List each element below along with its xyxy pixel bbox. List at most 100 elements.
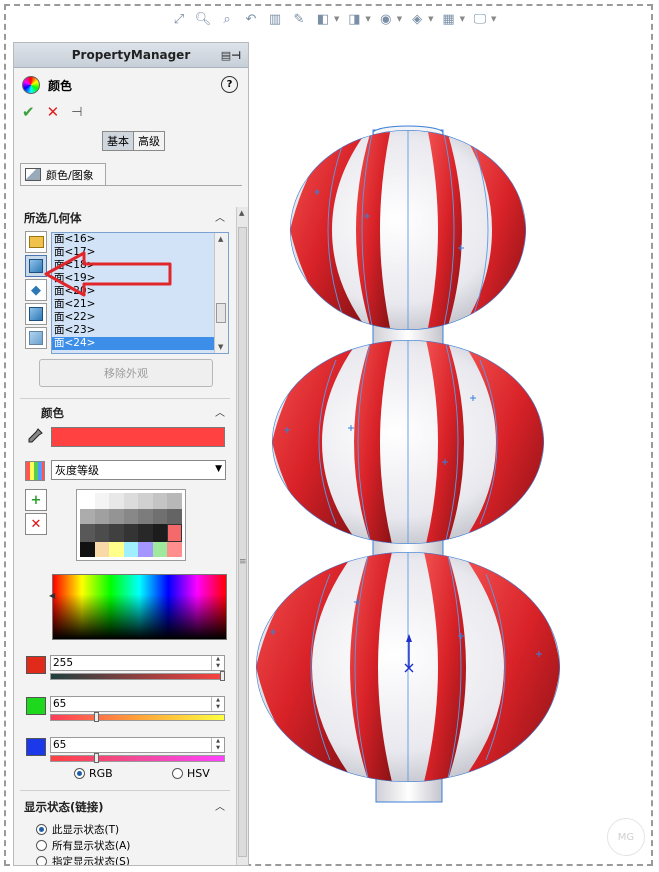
blue-value-field[interactable]: 65 ▲ ▼ [50,737,225,753]
panel-scroll-thumb[interactable] [238,227,247,857]
filter-feature-button[interactable] [25,327,47,349]
face-cube-icon [29,259,43,273]
red-slider[interactable] [50,671,225,681]
hsv-label: HSV [187,767,210,780]
tab-advanced[interactable]: 高级 [134,132,164,150]
color-wheel-icon [22,76,40,94]
surface-icon: ◆ [31,282,41,298]
blue-slider[interactable] [50,753,225,763]
panel-pin-icon[interactable]: ▤⊣ [220,47,242,63]
collapse-color-icon[interactable]: ︿ [215,404,225,419]
list-scroll-thumb[interactable] [216,303,226,323]
section-divider [20,790,230,791]
radio-dot[interactable] [36,824,47,835]
chevron-down-icon[interactable]: ▼ [428,15,433,23]
section-view-icon[interactable]: ▥ [266,10,284,28]
scroll-up-icon[interactable]: ▲ [239,209,244,217]
red-value: 255 [53,657,74,669]
display-state-option-this[interactable]: 此显示状态(T) [36,822,119,837]
lantern-model[interactable] [252,42,650,864]
blue-slider-thumb[interactable] [94,753,99,763]
view-settings-icon[interactable]: 🖵︎ [471,10,489,28]
blue-channel-swatch [26,738,46,756]
chevron-down-icon[interactable]: ▼ [397,15,402,23]
spectrum-marker-icon: ◀ [49,591,56,600]
hide-show-icon[interactable]: ◉ [377,10,395,28]
tab-color-image[interactable]: 颜色/图象 [20,163,106,185]
zoom-area-icon[interactable]: 🔍︎ [194,10,212,28]
green-slider-thumb[interactable] [94,712,99,722]
chevron-down-icon[interactable]: ▼ [460,15,465,23]
collapse-selected-geometry-icon[interactable]: ︿ [215,209,225,224]
panel-header: PropertyManager ▤⊣ [14,43,248,68]
display-state-title: 显示状态(链接) [24,800,104,814]
section-divider [20,398,230,399]
hsv-radio[interactable]: HSV [172,767,210,780]
radio-dot[interactable] [36,840,47,851]
keep-visible-pin-button[interactable]: ⊣ [71,105,82,120]
graphics-viewport[interactable] [252,42,650,864]
current-color-swatch[interactable] [51,427,225,447]
color-palette-icon[interactable] [25,461,45,481]
scroll-down-icon[interactable]: ▼ [218,343,223,351]
list-item[interactable]: 面<23> [52,324,228,337]
previous-view-icon[interactable]: ↶ [242,10,260,28]
hsv-radio-dot[interactable] [172,768,183,779]
blue-value: 65 [53,739,67,751]
add-swatch-button[interactable]: + [25,489,47,511]
list-item[interactable]: 面<21> [52,298,228,311]
rgb-radio-dot[interactable] [74,768,85,779]
dynamic-annotation-icon[interactable]: ✎ [290,10,308,28]
red-spinner[interactable]: ▲ ▼ [211,656,224,670]
list-item-selected[interactable]: 面<24> [52,337,228,350]
lantern-ball-middle[interactable] [272,340,544,544]
filter-part-button[interactable] [25,231,47,253]
rgb-label: RGB [89,767,113,780]
green-channel-swatch [26,697,46,715]
radio-dot[interactable] [36,856,47,865]
edit-appearance-icon[interactable]: ◈ [408,10,426,28]
rgb-radio[interactable]: RGB [74,767,113,780]
selected-geometry-title: 所选几何体 [24,211,82,225]
red-arrow-annotation-icon [44,251,172,297]
palette-select[interactable]: 灰度等级 ▼ [51,460,226,480]
blue-spinner[interactable]: ▲ ▼ [211,738,224,752]
display-state-option-all[interactable]: 所有显示状态(A) [36,838,130,853]
scroll-up-icon[interactable]: ▲ [218,235,223,243]
view-orientation-icon[interactable]: ◧ [314,10,332,28]
help-button[interactable]: ? [221,76,238,93]
cancel-button[interactable]: ✕ [47,103,60,121]
display-state-option-specify[interactable]: 指定显示状态(S) [36,854,130,865]
chevron-down-icon[interactable]: ▼ [491,15,496,23]
apply-scene-icon[interactable]: ▦ [440,10,458,28]
ok-button[interactable]: ✔ [22,103,35,121]
display-style-icon[interactable]: ◨ [345,10,363,28]
tab-basic[interactable]: 基本 [103,132,134,150]
remove-appearance-button[interactable]: 移除外观 [39,359,213,387]
list-item[interactable]: 面<22> [52,311,228,324]
collapse-display-state-icon[interactable]: ︿ [215,798,225,813]
eyedropper-icon[interactable] [26,427,44,445]
panel-scrollbar[interactable]: ▲ ≡ [236,207,248,865]
chevron-down-icon[interactable]: ▼ [334,15,339,23]
list-scrollbar[interactable]: ▲ ▼ [214,233,228,353]
zoom-fit-icon[interactable]: ⤢ [170,10,188,28]
feature-title: 颜色 [48,78,73,93]
red-slider-thumb[interactable] [220,671,225,681]
zoom-selection-icon[interactable]: ⌕ [218,10,236,28]
green-value-field[interactable]: 65 ▲ ▼ [50,696,225,712]
lantern-ball-top[interactable] [290,130,526,330]
feature-cube-icon [29,331,43,345]
green-spinner[interactable]: ▲ ▼ [211,697,224,711]
list-item[interactable]: 面<16> [52,233,228,246]
filter-body-button[interactable] [25,303,47,325]
green-slider[interactable] [50,712,225,722]
red-value-field[interactable]: 255 ▲ ▼ [50,655,225,671]
chevron-down-icon[interactable]: ▼ [215,464,222,474]
color-spectrum-picker[interactable]: ◀ [49,574,227,640]
remove-swatch-button[interactable]: ✕ [25,513,47,535]
green-value: 65 [53,698,67,710]
swatch-palette[interactable] [76,489,186,561]
chevron-down-icon[interactable]: ▼ [365,15,370,23]
feature-title-row: 颜色 [22,76,72,94]
